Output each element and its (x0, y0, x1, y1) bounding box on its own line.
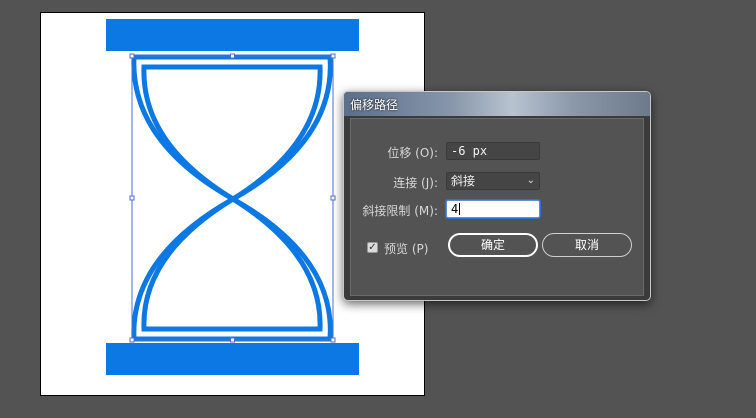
handle-bottom-left[interactable] (129, 337, 135, 343)
handle-bottom-right[interactable] (330, 337, 336, 343)
handle-bottom-center[interactable] (230, 337, 235, 343)
dialog-panel: 位移 (O): -6 px 连接 (J): 斜接 ⌄ 斜接限制 (M): 4 ✓… (350, 118, 644, 296)
chevron-down-icon: ⌄ (526, 175, 535, 186)
hourglass-top-bar[interactable] (106, 19, 359, 51)
joins-selected-value: 斜接 (451, 174, 476, 188)
miter-limit-value: 4 (451, 202, 459, 216)
miter-limit-label: 斜接限制 (M): (362, 204, 438, 218)
offset-input[interactable]: -6 px (446, 142, 540, 160)
handle-middle-left[interactable] (129, 195, 135, 201)
hourglass-inner-path[interactable] (141, 64, 323, 332)
hourglass-bottom-bar[interactable] (106, 343, 359, 375)
dialog-title: 偏移路径 (350, 98, 399, 112)
handle-top-center[interactable] (230, 53, 235, 59)
cancel-button[interactable]: 取消 (542, 233, 632, 257)
checkmark-icon: ✓ (368, 242, 377, 253)
handle-top-right[interactable] (330, 53, 336, 59)
text-caret (459, 203, 461, 215)
miter-limit-input[interactable]: 4 (445, 199, 541, 219)
dialog-title-bar[interactable]: 偏移路径 (344, 92, 650, 116)
joins-dropdown[interactable]: 斜接 ⌄ (446, 172, 540, 190)
ok-button[interactable]: 确定 (448, 233, 538, 257)
preview-checkbox[interactable]: ✓ (367, 242, 378, 253)
offset-label: 位移 (O): (387, 146, 438, 160)
offset-path-dialog: 偏移路径 位移 (O): -6 px 连接 (J): 斜接 ⌄ 斜接限制 (M)… (343, 91, 651, 301)
preview-label[interactable]: 预览 (P) (384, 240, 428, 257)
joins-label: 连接 (J): (393, 176, 438, 190)
handle-middle-right[interactable] (330, 195, 336, 201)
handle-top-left[interactable] (129, 53, 135, 59)
